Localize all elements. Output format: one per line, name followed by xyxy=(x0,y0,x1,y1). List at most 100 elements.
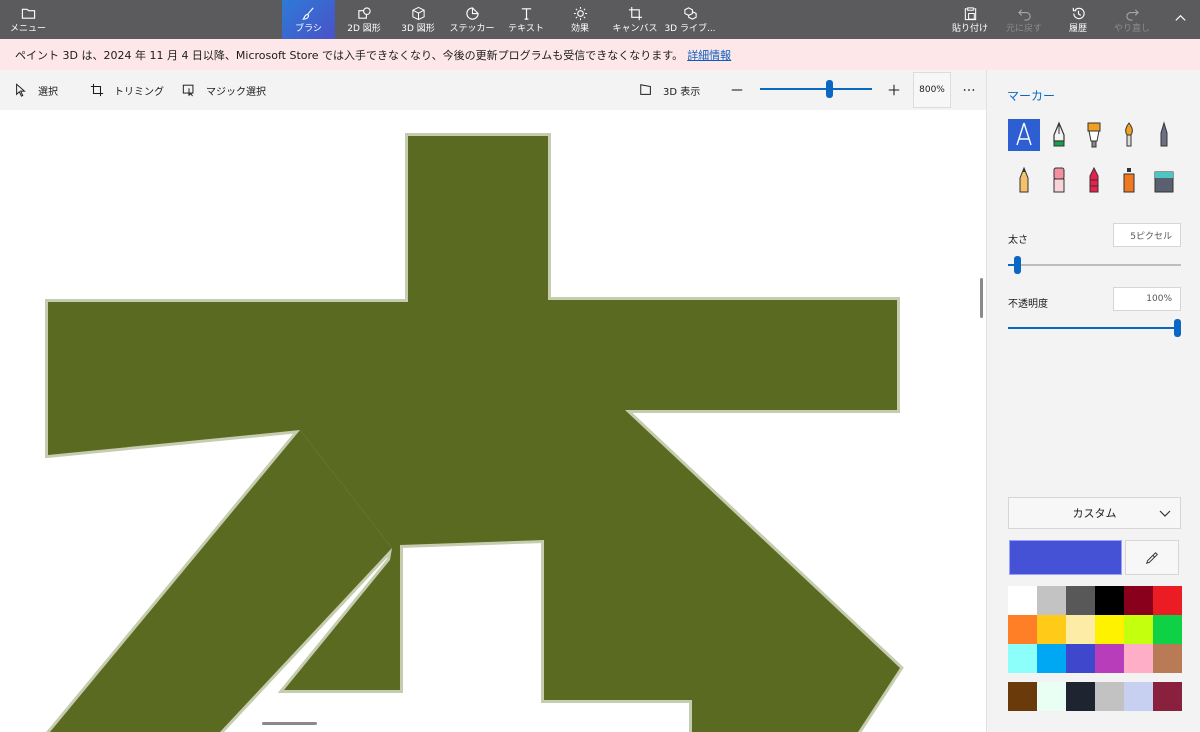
tab-effects[interactable]: 効果 xyxy=(554,0,606,39)
thickness-slider-thumb[interactable] xyxy=(1014,256,1021,274)
zoom-slider-track[interactable] xyxy=(760,88,872,90)
palette-color-swatch[interactable] xyxy=(1066,644,1095,673)
thickness-input[interactable]: 5ピクセル xyxy=(1113,223,1181,247)
palette-color-swatch[interactable] xyxy=(1037,615,1066,644)
undo-label: 元に戻す xyxy=(1005,23,1042,34)
palette-color-swatch[interactable] xyxy=(1008,586,1037,615)
opacity-slider-thumb[interactable] xyxy=(1174,319,1181,337)
redo-button[interactable]: やり直し xyxy=(1110,0,1154,39)
palette-color-swatch[interactable] xyxy=(1037,644,1066,673)
thickness-label: 太さ xyxy=(1008,235,1028,246)
oil-brush-icon xyxy=(1087,122,1101,148)
magic-select-tool[interactable]: マジック選択 xyxy=(182,70,266,110)
tab-label: 効果 xyxy=(570,23,589,34)
custom-color-swatch[interactable] xyxy=(1153,682,1182,711)
custom-color-swatch[interactable] xyxy=(1008,682,1037,711)
brush-spray-can[interactable] xyxy=(1113,164,1145,196)
select-tool[interactable]: 選択 xyxy=(14,70,58,110)
tab-3d-library[interactable]: 3D ライブ... xyxy=(664,0,716,39)
history-label: 履歴 xyxy=(1068,23,1087,34)
canvas-toolbar: 選択 トリミング マジック選択 3D 表示 xyxy=(0,70,986,110)
palette-color-swatch[interactable] xyxy=(1153,586,1182,615)
canvas-icon xyxy=(628,6,642,20)
zoom-in-button[interactable] xyxy=(887,70,901,110)
tab-3d-shapes[interactable]: 3D 図形 xyxy=(392,0,444,39)
magic-select-icon xyxy=(182,84,194,97)
menu-button[interactable]: メニュー xyxy=(6,0,50,39)
tab-label: テキスト xyxy=(508,23,544,34)
more-options-button[interactable] xyxy=(962,70,976,110)
brush-pixel-pen[interactable] xyxy=(1148,119,1180,151)
eyedropper-button[interactable] xyxy=(1125,540,1179,575)
palette-color-swatch[interactable] xyxy=(1095,615,1124,644)
brush-oil[interactable] xyxy=(1078,119,1110,151)
text-icon xyxy=(521,7,531,20)
palette-color-swatch[interactable] xyxy=(1124,615,1153,644)
palette-color-swatch[interactable] xyxy=(1066,586,1095,615)
redo-label: やり直し xyxy=(1113,23,1150,34)
vertical-scrollbar[interactable] xyxy=(980,278,983,318)
more-icon xyxy=(963,89,975,91)
3d-view-label: 3D 表示 xyxy=(663,86,701,98)
palette-color-swatch[interactable] xyxy=(1153,615,1182,644)
history-button[interactable]: 履歴 xyxy=(1056,0,1100,39)
palette-color-swatch[interactable] xyxy=(1153,644,1182,673)
calligraphy-pen-icon xyxy=(1053,121,1065,147)
palette-color-swatch[interactable] xyxy=(1008,644,1037,673)
palette-color-swatch[interactable] xyxy=(1124,586,1153,615)
opacity-value: 100% xyxy=(1146,294,1172,304)
undo-button[interactable]: 元に戻す xyxy=(1002,0,1046,39)
palette-color-swatch[interactable] xyxy=(1066,615,1095,644)
brush-pencil[interactable] xyxy=(1008,164,1040,196)
spray-can-icon xyxy=(1123,168,1135,193)
zoom-slider-thumb[interactable] xyxy=(826,80,833,98)
opacity-slider-track[interactable] xyxy=(1008,327,1181,329)
palette-color-swatch[interactable] xyxy=(1124,644,1153,673)
color-mode-dropdown[interactable]: カスタム xyxy=(1008,497,1181,529)
palette-color-swatch[interactable] xyxy=(1095,586,1124,615)
brush-fill[interactable] xyxy=(1148,164,1180,196)
sticker-icon xyxy=(465,6,479,20)
drawing-canvas[interactable] xyxy=(0,110,986,732)
minus-icon xyxy=(731,89,743,91)
pencil-icon xyxy=(1019,166,1029,193)
palette-color-swatch[interactable] xyxy=(1008,615,1037,644)
crop-tool[interactable]: トリミング xyxy=(90,70,164,110)
custom-color-swatch[interactable] xyxy=(1095,682,1124,711)
eyedropper-icon xyxy=(1145,551,1158,564)
palette-color-swatch[interactable] xyxy=(1095,644,1124,673)
custom-color-swatch[interactable] xyxy=(1124,682,1153,711)
current-color-swatch[interactable] xyxy=(1009,540,1122,575)
palette-color-swatch[interactable] xyxy=(1037,586,1066,615)
brush-eraser[interactable] xyxy=(1043,164,1075,196)
plus-icon xyxy=(888,84,900,96)
opacity-input[interactable]: 100% xyxy=(1113,287,1181,311)
opacity-label: 不透明度 xyxy=(1008,299,1048,310)
brush-marker[interactable] xyxy=(1008,119,1040,151)
3d-view-toggle[interactable]: 3D 表示 xyxy=(639,70,700,110)
zoom-value: 800% xyxy=(919,85,945,95)
brush-panel: マーカー 太さ 5ピクセル 不透明度 100% カスタム xyxy=(986,70,1200,732)
folder-icon xyxy=(21,8,35,19)
details-link[interactable]: 詳細情報 xyxy=(687,47,731,63)
tab-2d-shapes[interactable]: 2D 図形 xyxy=(338,0,390,39)
paste-button[interactable]: 貼り付け xyxy=(948,0,992,39)
2d-shapes-icon xyxy=(357,6,371,19)
canvas-area[interactable] xyxy=(0,110,986,732)
collapse-ribbon-button[interactable] xyxy=(1166,0,1194,39)
horizontal-scrollbar[interactable] xyxy=(262,722,317,725)
tab-text[interactable]: テキスト xyxy=(500,0,552,39)
zoom-value-box[interactable]: 800% xyxy=(913,72,951,108)
thickness-slider-track[interactable] xyxy=(1008,264,1181,266)
brush-crayon[interactable] xyxy=(1078,164,1110,196)
tab-stickers[interactable]: ステッカー xyxy=(446,0,498,39)
custom-color-swatch[interactable] xyxy=(1066,682,1095,711)
custom-color-swatch[interactable] xyxy=(1037,682,1066,711)
brush-calligraphy-pen[interactable] xyxy=(1043,119,1075,151)
menu-label: メニュー xyxy=(9,23,46,34)
zoom-out-button[interactable] xyxy=(730,70,744,110)
tab-canvas[interactable]: キャンバス xyxy=(608,0,662,39)
brush-watercolor[interactable] xyxy=(1113,119,1145,151)
deprecation-notice: ペイント 3D は、2024 年 11 月 4 日以降、Microsoft St… xyxy=(0,39,1200,70)
tab-brushes[interactable]: ブラシ xyxy=(282,0,335,39)
